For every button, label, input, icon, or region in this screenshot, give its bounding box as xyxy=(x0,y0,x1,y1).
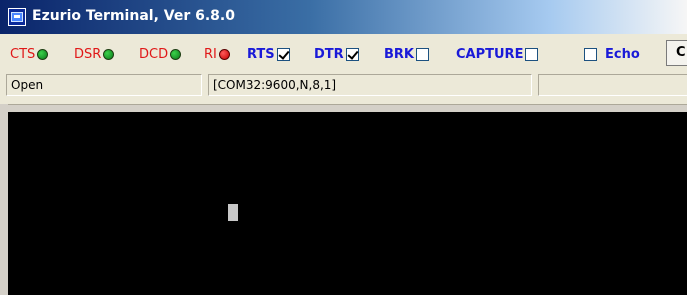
brk-toggle[interactable]: BRK xyxy=(384,40,429,68)
signal-toolbar: CTS DSR DCD RI RTS DTR BRK CAPTURE Echo xyxy=(0,40,687,68)
signal-dcd-label: DCD xyxy=(139,46,169,62)
signal-cts: CTS xyxy=(10,40,49,68)
signal-ri: RI xyxy=(204,40,230,68)
terminal-output-area[interactable] xyxy=(8,112,687,295)
signal-dsr-label: DSR xyxy=(74,46,102,62)
rts-checkbox[interactable] xyxy=(276,47,290,61)
capture-checkbox[interactable] xyxy=(525,47,539,61)
signal-dsr: DSR xyxy=(74,40,115,68)
status-connection-state: Open xyxy=(6,74,202,96)
terminal-frame-top xyxy=(0,104,687,112)
window-title: Ezurio Terminal, Ver 6.8.0 xyxy=(32,8,235,24)
rts-toggle[interactable]: RTS xyxy=(247,40,290,68)
capture-toggle[interactable]: CAPTURE xyxy=(456,40,539,68)
signal-cts-label: CTS xyxy=(10,46,36,62)
status-bar: Open [COM32:9600,N,8,1] xyxy=(0,72,687,98)
status-port-settings: [COM32:9600,N,8,1] xyxy=(208,74,532,96)
dtr-checkbox[interactable] xyxy=(345,47,359,61)
dsr-led-icon xyxy=(103,48,115,60)
c-button[interactable]: C xyxy=(666,40,687,66)
echo-checkbox[interactable] xyxy=(584,47,597,61)
text-cursor-icon xyxy=(228,204,238,221)
title-bar[interactable]: Ezurio Terminal, Ver 6.8.0 xyxy=(0,0,687,34)
cts-led-icon xyxy=(37,48,49,60)
terminal-frame-left xyxy=(0,104,8,295)
ri-led-icon xyxy=(218,48,230,60)
dcd-led-icon xyxy=(170,48,182,60)
terminal-app-icon[interactable] xyxy=(8,8,26,26)
signal-dcd: DCD xyxy=(139,40,182,68)
dtr-label: DTR xyxy=(314,46,344,62)
rts-label: RTS xyxy=(247,46,275,62)
signal-ri-label: RI xyxy=(204,46,217,62)
brk-checkbox[interactable] xyxy=(416,47,429,61)
echo-label: Echo xyxy=(605,46,640,62)
app-window: Ezurio Terminal, Ver 6.8.0 CTS DSR DCD R… xyxy=(0,0,687,295)
brk-label: BRK xyxy=(384,46,414,62)
dtr-toggle[interactable]: DTR xyxy=(314,40,359,68)
status-extra-pane xyxy=(538,74,687,96)
capture-label: CAPTURE xyxy=(456,46,524,62)
echo-toggle[interactable]: Echo xyxy=(584,40,640,68)
